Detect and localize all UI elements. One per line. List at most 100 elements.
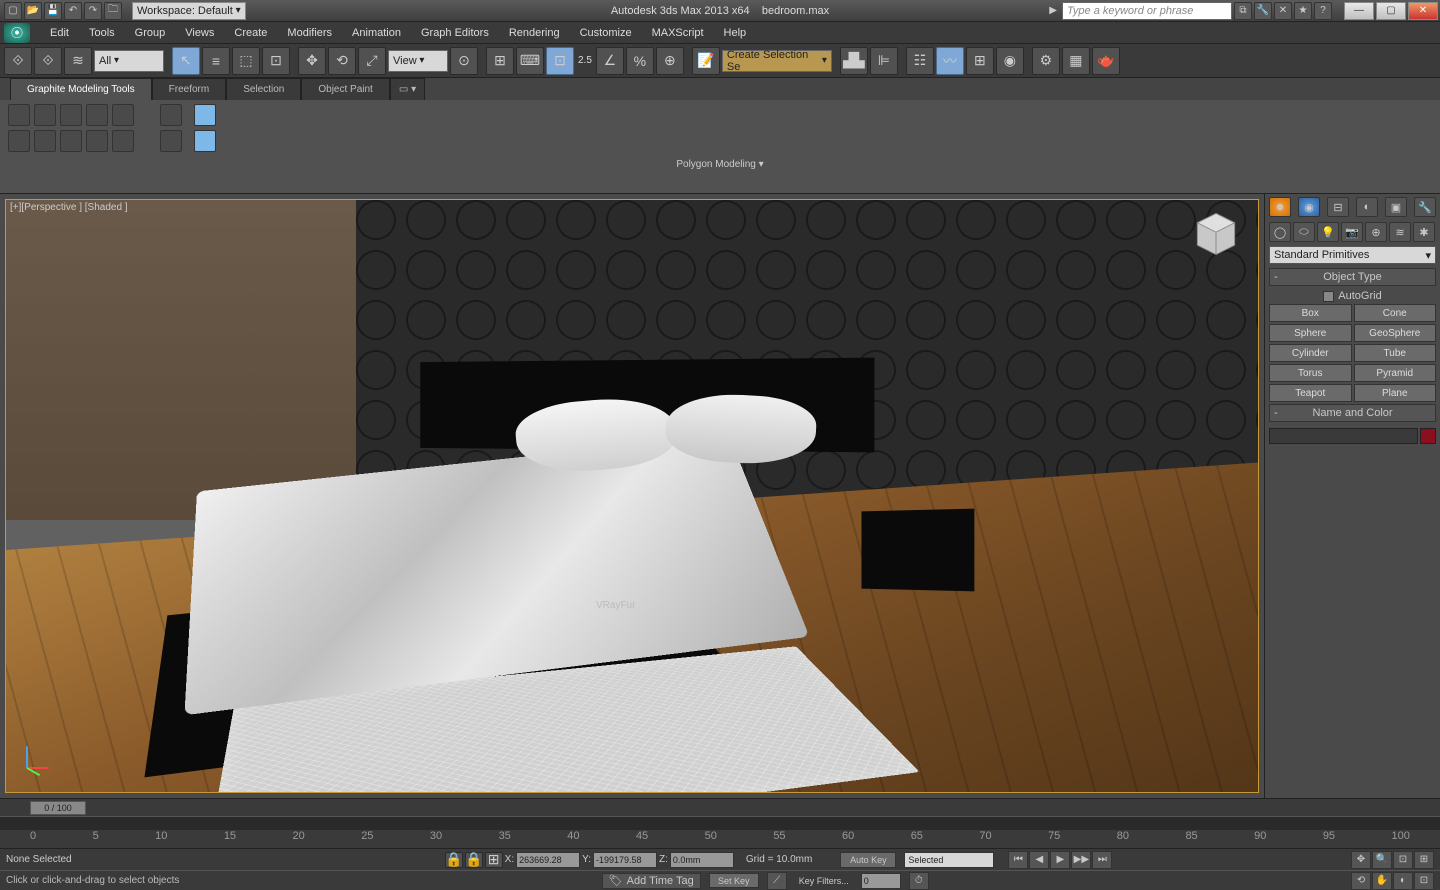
- chevron-right-icon[interactable]: ▶: [1049, 5, 1057, 16]
- sphere-button[interactable]: Sphere: [1269, 324, 1352, 342]
- track-bar[interactable]: [0, 816, 1440, 830]
- window-crossing-icon[interactable]: ⊡: [262, 47, 290, 75]
- select-by-name-icon[interactable]: ≡: [202, 47, 230, 75]
- motion-tab-icon[interactable]: ◐: [1356, 197, 1378, 217]
- helpers-icon[interactable]: ⊕: [1365, 222, 1387, 242]
- modify-tab-icon[interactable]: ◉: [1298, 197, 1320, 217]
- utilities-tab-icon[interactable]: 🔧: [1414, 197, 1436, 217]
- keyboard-toggle-icon[interactable]: ⌨: [516, 47, 544, 75]
- tab-selection[interactable]: Selection: [226, 78, 301, 100]
- snap-toggle-icon[interactable]: ⊡: [546, 47, 574, 75]
- hierarchy-tab-icon[interactable]: ⊟: [1327, 197, 1349, 217]
- key-icon[interactable]: 🔧: [1254, 2, 1272, 20]
- geosphere-button[interactable]: GeoSphere: [1354, 324, 1437, 342]
- tube-button[interactable]: Tube: [1354, 344, 1437, 362]
- ribbon-btn[interactable]: [34, 130, 56, 152]
- setkey-button[interactable]: Set Key: [709, 873, 759, 888]
- ribbon-btn[interactable]: [8, 104, 30, 126]
- ribbon-btn[interactable]: [194, 130, 216, 152]
- systems-icon[interactable]: ✱: [1413, 222, 1435, 242]
- spacewarps-icon[interactable]: ≋: [1389, 222, 1411, 242]
- select-object-icon[interactable]: ↖: [172, 47, 200, 75]
- workspace-dropdown[interactable]: Workspace: Default ▾: [132, 2, 246, 20]
- current-frame-input[interactable]: 0: [861, 873, 901, 889]
- ribbon-btn[interactable]: [160, 130, 182, 152]
- edit-named-sel-icon[interactable]: 📝: [692, 47, 720, 75]
- fov-icon[interactable]: ◐: [1393, 872, 1413, 890]
- mirror-icon[interactable]: ▟▙: [840, 47, 868, 75]
- checkbox-icon[interactable]: [1323, 291, 1334, 302]
- search-input[interactable]: Type a keyword or phrase: [1062, 2, 1232, 20]
- angle-snap-icon[interactable]: ∠: [596, 47, 624, 75]
- ribbon-btn[interactable]: [112, 130, 134, 152]
- close-button[interactable]: ✕: [1408, 2, 1438, 20]
- ribbon-btn[interactable]: [160, 104, 182, 126]
- ribbon-btn[interactable]: [86, 104, 108, 126]
- name-color-rollout[interactable]: -Name and Color: [1269, 404, 1436, 422]
- viewport[interactable]: VRayFur: [5, 199, 1259, 793]
- menu-create[interactable]: Create: [224, 22, 277, 44]
- project-folder-icon[interactable]: 🗀: [104, 2, 122, 20]
- ribbon-btn[interactable]: [194, 104, 216, 126]
- material-editor-icon[interactable]: ◉: [996, 47, 1024, 75]
- help-icon[interactable]: ?: [1314, 2, 1332, 20]
- torus-button[interactable]: Torus: [1269, 364, 1352, 382]
- select-link-icon[interactable]: ⟐: [4, 47, 32, 75]
- render-icon[interactable]: 🫖: [1092, 47, 1120, 75]
- ribbon-btn[interactable]: [86, 130, 108, 152]
- render-setup-icon[interactable]: ⚙: [1032, 47, 1060, 75]
- pyramid-button[interactable]: Pyramid: [1354, 364, 1437, 382]
- max-toggle-icon[interactable]: ⊡: [1414, 872, 1434, 890]
- shapes-icon[interactable]: ⬭: [1293, 222, 1315, 242]
- menu-graph-editors[interactable]: Graph Editors: [411, 22, 499, 44]
- object-type-rollout[interactable]: -Object Type: [1269, 268, 1436, 286]
- move-icon[interactable]: ✥: [298, 47, 326, 75]
- menu-edit[interactable]: Edit: [40, 22, 79, 44]
- box-button[interactable]: Box: [1269, 304, 1352, 322]
- open-icon[interactable]: 📂: [24, 2, 42, 20]
- time-slider[interactable]: 0 / 100: [0, 798, 1440, 816]
- category-dropdown[interactable]: Standard Primitives▾: [1269, 246, 1436, 264]
- use-pivot-icon[interactable]: ⊙: [450, 47, 478, 75]
- save-icon[interactable]: 💾: [44, 2, 62, 20]
- ribbon-btn[interactable]: [60, 104, 82, 126]
- ribbon-panel-title[interactable]: Polygon Modeling ▾: [8, 156, 1432, 170]
- menu-rendering[interactable]: Rendering: [499, 22, 570, 44]
- layer-manager-icon[interactable]: ☷: [906, 47, 934, 75]
- menu-views[interactable]: Views: [175, 22, 224, 44]
- object-name-input[interactable]: [1269, 428, 1418, 444]
- menu-modifiers[interactable]: Modifiers: [277, 22, 342, 44]
- spinner-snap-icon[interactable]: ⊕: [656, 47, 684, 75]
- object-color-swatch[interactable]: [1420, 428, 1436, 444]
- teapot-button[interactable]: Teapot: [1269, 384, 1352, 402]
- geometry-icon[interactable]: ◯: [1269, 222, 1291, 242]
- selection-filter-dropdown[interactable]: All ▾: [94, 50, 164, 72]
- menu-group[interactable]: Group: [125, 22, 176, 44]
- render-frame-icon[interactable]: ▦: [1062, 47, 1090, 75]
- reference-coord-dropdown[interactable]: View ▾: [388, 50, 448, 72]
- create-tab-icon[interactable]: ✹: [1269, 197, 1291, 217]
- favorite-icon[interactable]: ★: [1294, 2, 1312, 20]
- undo-icon[interactable]: ↶: [64, 2, 82, 20]
- time-config-icon[interactable]: ⏱: [909, 872, 929, 890]
- align-icon[interactable]: ⊫: [870, 47, 898, 75]
- menu-animation[interactable]: Animation: [342, 22, 411, 44]
- viewport-label[interactable]: [+][Perspective ] [Shaded ]: [10, 202, 128, 213]
- select-region-icon[interactable]: ⬚: [232, 47, 260, 75]
- cone-button[interactable]: Cone: [1354, 304, 1437, 322]
- maximize-button[interactable]: ▢: [1376, 2, 1406, 20]
- orbit-icon[interactable]: ⟲: [1351, 872, 1371, 890]
- minimize-button[interactable]: —: [1344, 2, 1374, 20]
- ribbon-btn[interactable]: [8, 130, 30, 152]
- menu-tools[interactable]: Tools: [79, 22, 125, 44]
- ribbon-btn[interactable]: [112, 104, 134, 126]
- menu-customize[interactable]: Customize: [570, 22, 642, 44]
- display-tab-icon[interactable]: ▣: [1385, 197, 1407, 217]
- menu-maxscript[interactable]: MAXScript: [642, 22, 714, 44]
- scale-icon[interactable]: ⤢: [358, 47, 386, 75]
- app-menu-icon[interactable]: ⦿: [4, 23, 30, 43]
- named-selection-dropdown[interactable]: Create Selection Se▾: [722, 50, 832, 72]
- new-icon[interactable]: ▢: [4, 2, 22, 20]
- ribbon-btn[interactable]: [60, 130, 82, 152]
- percent-snap-icon[interactable]: %: [626, 47, 654, 75]
